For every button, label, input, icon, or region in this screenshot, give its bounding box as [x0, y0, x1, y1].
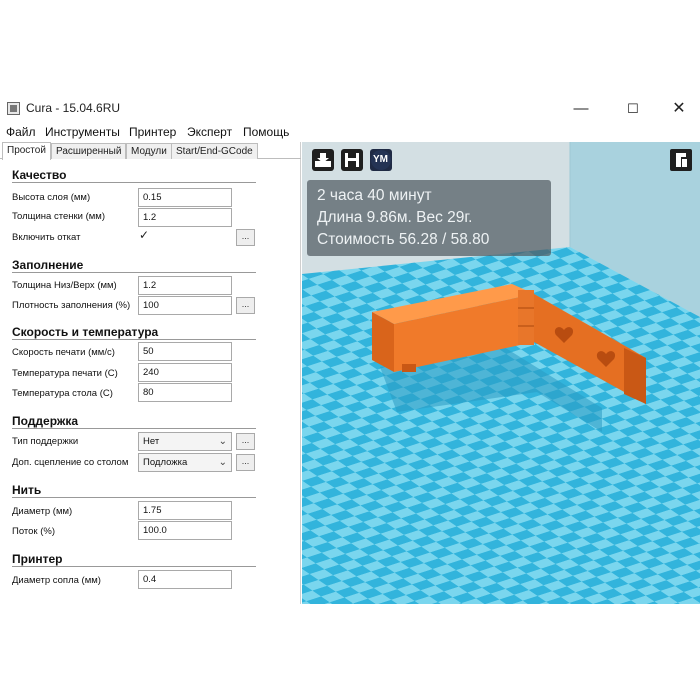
bed-temp-label: Температура стола (C): [12, 388, 113, 399]
print-speed-label: Скорость печати (мм/с): [12, 347, 115, 358]
save-icon: [341, 149, 363, 171]
layer-height-input[interactable]: 0.15: [138, 188, 232, 207]
section-support-title: Поддержка: [12, 414, 79, 428]
menu-expert[interactable]: Эксперт: [187, 125, 232, 139]
divider: [12, 272, 256, 273]
chevron-down-icon: ⌄: [218, 436, 227, 447]
support-type-select[interactable]: Нет ⌄: [138, 432, 232, 451]
menu-bar: Файл Инструменты Принтер Эксперт Помощь: [0, 122, 700, 142]
youmagine-label: YM: [373, 154, 388, 165]
divider: [12, 566, 256, 567]
flow-label: Поток (%): [12, 526, 56, 537]
bottom-top-thickness-label: Толщина Низ/Верх (мм): [12, 280, 117, 291]
retraction-label: Включить откат: [12, 232, 81, 243]
retraction-more-button[interactable]: ...: [236, 229, 255, 246]
menu-help[interactable]: Помощь: [243, 125, 289, 139]
tab-start-end-gcode[interactable]: Start/End-GCode: [171, 143, 258, 159]
view-mode-button[interactable]: [670, 149, 692, 171]
tab-advanced[interactable]: Расширенный: [51, 143, 127, 159]
fill-density-label: Плотность заполнения (%): [12, 300, 131, 311]
filament-diameter-input[interactable]: 1.75: [138, 501, 232, 520]
3d-viewport[interactable]: YM 2 часа 40 минут Длина 9.86м. Вес 29г.…: [302, 142, 700, 604]
print-info-overlay: 2 часа 40 минут Длина 9.86м. Вес 29г. Ст…: [307, 180, 551, 256]
menu-printer[interactable]: Принтер: [129, 125, 176, 139]
app-icon: [7, 102, 20, 115]
cura-window: Cura - 15.04.6RU — ☐ ✕ Файл Инструменты …: [0, 96, 700, 604]
print-cost: Стоимость 56.28 / 58.80: [317, 231, 490, 248]
section-quality-title: Качество: [12, 168, 67, 182]
support-type-value: Нет: [143, 436, 160, 447]
menu-tools[interactable]: Инструменты: [45, 125, 120, 139]
support-type-label: Тип поддержки: [12, 436, 79, 447]
divider: [12, 497, 256, 498]
adhesion-select[interactable]: Подложка ⌄: [138, 453, 232, 472]
tab-plugins[interactable]: Модули: [126, 143, 172, 159]
youmagine-button[interactable]: YM: [370, 149, 392, 171]
section-fill-title: Заполнение: [12, 258, 84, 272]
wall-thickness-label: Толщина стенки (мм): [12, 211, 105, 222]
maximize-button[interactable]: ☐: [610, 96, 656, 122]
layer-height-label: Высота слоя (мм): [12, 192, 91, 203]
divider: [12, 428, 256, 429]
filament-diameter-label: Диаметр (мм): [12, 506, 73, 517]
minimize-button[interactable]: —: [558, 96, 604, 122]
adhesion-more-button[interactable]: ...: [236, 454, 255, 471]
section-filament-title: Нить: [12, 483, 42, 497]
title-bar: Cura - 15.04.6RU — ☐ ✕: [0, 96, 700, 122]
divider: [12, 339, 256, 340]
retraction-checkbox[interactable]: ✓: [139, 228, 149, 242]
flow-input[interactable]: 100.0: [138, 521, 232, 540]
tab-simple[interactable]: Простой: [2, 142, 51, 160]
print-speed-input[interactable]: 50: [138, 342, 232, 361]
wall-thickness-input[interactable]: 1.2: [138, 208, 232, 227]
settings-panel: Простой Расширенный Модули Start/End-GCo…: [0, 142, 301, 604]
fill-density-more-button[interactable]: ...: [236, 297, 255, 314]
view-mode-icon: [670, 149, 692, 171]
section-printer-title: Принтер: [12, 552, 63, 566]
close-button[interactable]: ✕: [656, 96, 700, 122]
adhesion-label: Доп. сцепление со столом: [12, 457, 129, 468]
print-temp-label: Температура печати (C): [12, 368, 118, 379]
bed-temp-input[interactable]: 80: [138, 383, 232, 402]
support-type-more-button[interactable]: ...: [236, 433, 255, 450]
adhesion-value: Подложка: [143, 457, 188, 468]
divider: [12, 182, 256, 183]
save-button[interactable]: [341, 149, 363, 171]
menu-file[interactable]: Файл: [6, 125, 36, 139]
print-temp-input[interactable]: 240: [138, 363, 232, 382]
nozzle-diameter-input[interactable]: 0.4: [138, 570, 232, 589]
settings-tabs: Простой Расширенный Модули Start/End-GCo…: [0, 142, 301, 160]
print-time: 2 часа 40 минут: [317, 187, 432, 204]
section-speed-title: Скорость и температура: [12, 325, 159, 339]
print-length-weight: Длина 9.86м. Вес 29г.: [317, 209, 473, 226]
chevron-down-icon: ⌄: [218, 457, 227, 468]
fill-density-input[interactable]: 100: [138, 296, 232, 315]
window-title: Cura - 15.04.6RU: [26, 101, 121, 115]
load-model-button[interactable]: [312, 149, 334, 171]
nozzle-diameter-label: Диаметр сопла (мм): [12, 575, 101, 586]
load-model-icon: [312, 149, 334, 171]
bottom-top-thickness-input[interactable]: 1.2: [138, 276, 232, 295]
